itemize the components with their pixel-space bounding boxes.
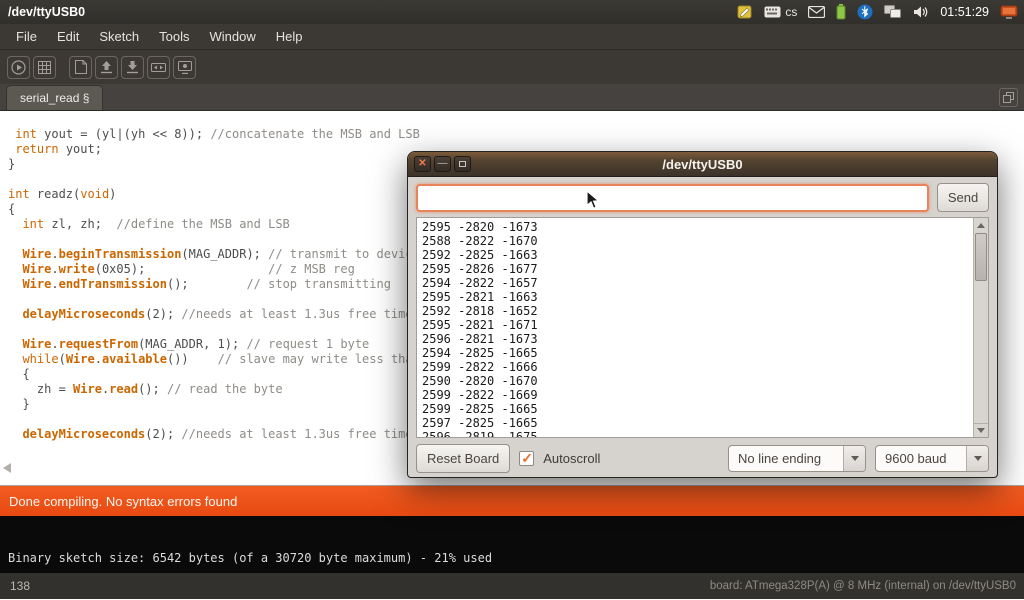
open-button[interactable]: [95, 56, 118, 79]
new-button[interactable]: [69, 56, 92, 79]
serial-monitor-button[interactable]: [173, 56, 196, 79]
autoscroll-label: Autoscroll: [543, 451, 600, 466]
network-icon[interactable]: [884, 5, 902, 19]
serial-output[interactable]: 2595 -2820 -16732588 -2822 -16702592 -28…: [417, 218, 988, 438]
serial-line: 2594 -2822 -1657: [422, 276, 968, 290]
hscroll-left-arrow[interactable]: [3, 463, 11, 473]
menu-item-sketch[interactable]: Sketch: [89, 24, 149, 50]
keyboard-layout-icon[interactable]: cs: [764, 5, 797, 19]
system-panel: /dev/ttyUSB0 cs 01:5: [0, 0, 1024, 24]
cursor-line-number: 138: [10, 579, 30, 593]
footer-bar: 138 board: ATmega328P(A) @ 8 MHz (intern…: [0, 573, 1024, 599]
serial-line: 2590 -2820 -1670: [422, 374, 968, 388]
window-maximize-button[interactable]: [454, 156, 471, 172]
serial-output-wrap: 2595 -2820 -16732588 -2822 -16702592 -28…: [416, 217, 989, 438]
clock[interactable]: 01:51:29: [940, 5, 989, 19]
board-info: board: ATmega328P(A) @ 8 MHz (internal) …: [710, 580, 1016, 592]
tab-menu-button[interactable]: [999, 88, 1018, 107]
window-minimize-button[interactable]: —: [434, 156, 451, 172]
serial-send-input[interactable]: [416, 184, 929, 212]
reset-board-button[interactable]: Reset Board: [416, 444, 510, 473]
menu-item-file[interactable]: File: [6, 24, 47, 50]
console-output: Binary sketch size: 6542 bytes (of a 307…: [0, 516, 1024, 573]
serial-line: 2596 -2821 -1673: [422, 332, 968, 346]
scroll-down-button[interactable]: [974, 423, 988, 437]
screen: /dev/ttyUSB0 cs 01:5: [0, 0, 1024, 600]
bluetooth-icon[interactable]: [857, 4, 873, 20]
serial-line: 2592 -2818 -1652: [422, 304, 968, 318]
serial-monitor-body: Send 2595 -2820 -16732588 -2822 -1670259…: [408, 177, 997, 479]
upload-button[interactable]: [147, 56, 170, 79]
line-ending-dropdown[interactable]: No line ending: [728, 445, 866, 472]
status-message: Done compiling. No syntax errors found: [9, 494, 237, 509]
save-button[interactable]: [121, 56, 144, 79]
status-bar: Done compiling. No syntax errors found: [0, 486, 1024, 516]
console-text: Binary sketch size: 6542 bytes (of a 307…: [8, 551, 492, 565]
serial-monitor-title: /dev/ttyUSB0: [408, 157, 997, 172]
verify-button[interactable]: [7, 56, 30, 79]
battery-icon[interactable]: [836, 4, 846, 20]
volume-icon[interactable]: [913, 5, 929, 19]
scrollbar-thumb[interactable]: [975, 233, 987, 281]
menu-item-window[interactable]: Window: [199, 24, 265, 50]
serial-line: 2599 -2822 -1666: [422, 360, 968, 374]
serial-line: 2599 -2822 -1669: [422, 388, 968, 402]
indicator-area: cs 01:51:29: [737, 4, 1018, 20]
baud-rate-dropdown[interactable]: 9600 baud: [875, 445, 989, 472]
active-window-title: /dev/ttyUSB0: [8, 5, 85, 19]
serial-line: 2592 -2825 -1663: [422, 248, 968, 262]
serial-line: 2595 -2821 -1671: [422, 318, 968, 332]
baud-rate-arrow-icon: [966, 446, 988, 471]
tab-bar: serial_read §: [0, 84, 1024, 111]
stop-button[interactable]: [33, 56, 56, 79]
line-ending-arrow-icon: [843, 446, 865, 471]
code-line: int yout = (yl|(yh << 8)); //concatenate…: [8, 127, 1024, 142]
note-edit-icon[interactable]: [737, 4, 753, 20]
serial-line: 2595 -2820 -1673: [422, 220, 968, 234]
serial-line: 2595 -2826 -1677: [422, 262, 968, 276]
menu-bar: FileEditSketchToolsWindowHelp: [0, 24, 1024, 50]
session-icon[interactable]: [1000, 5, 1018, 20]
line-ending-value: No line ending: [729, 446, 843, 471]
menu-item-help[interactable]: Help: [266, 24, 313, 50]
autoscroll-checkbox[interactable]: [519, 451, 534, 466]
serial-scrollbar[interactable]: [973, 218, 988, 437]
mail-icon[interactable]: [808, 6, 825, 18]
serial-line: 2588 -2822 -1670: [422, 234, 968, 248]
menu-item-edit[interactable]: Edit: [47, 24, 89, 50]
toolbar: [0, 50, 1024, 84]
serial-line: 2594 -2825 -1665: [422, 346, 968, 360]
menu-item-tools[interactable]: Tools: [149, 24, 199, 50]
serial-monitor-titlebar[interactable]: ✕ — /dev/ttyUSB0: [408, 152, 997, 177]
scroll-up-button[interactable]: [974, 218, 988, 232]
window-close-button[interactable]: ✕: [414, 156, 431, 172]
tab-serial-read[interactable]: serial_read §: [6, 85, 103, 110]
keyboard-layout-code: cs: [785, 5, 797, 19]
serial-monitor-window: ✕ — /dev/ttyUSB0 Send 2595 -2820 -167325…: [407, 151, 998, 478]
baud-rate-value: 9600 baud: [876, 446, 966, 471]
serial-line: 2595 -2821 -1663: [422, 290, 968, 304]
serial-line: 2597 -2825 -1665: [422, 416, 968, 430]
serial-line: 2599 -2825 -1665: [422, 402, 968, 416]
send-button[interactable]: Send: [937, 183, 989, 212]
serial-line: 2596 -2819 -1675: [422, 430, 968, 438]
